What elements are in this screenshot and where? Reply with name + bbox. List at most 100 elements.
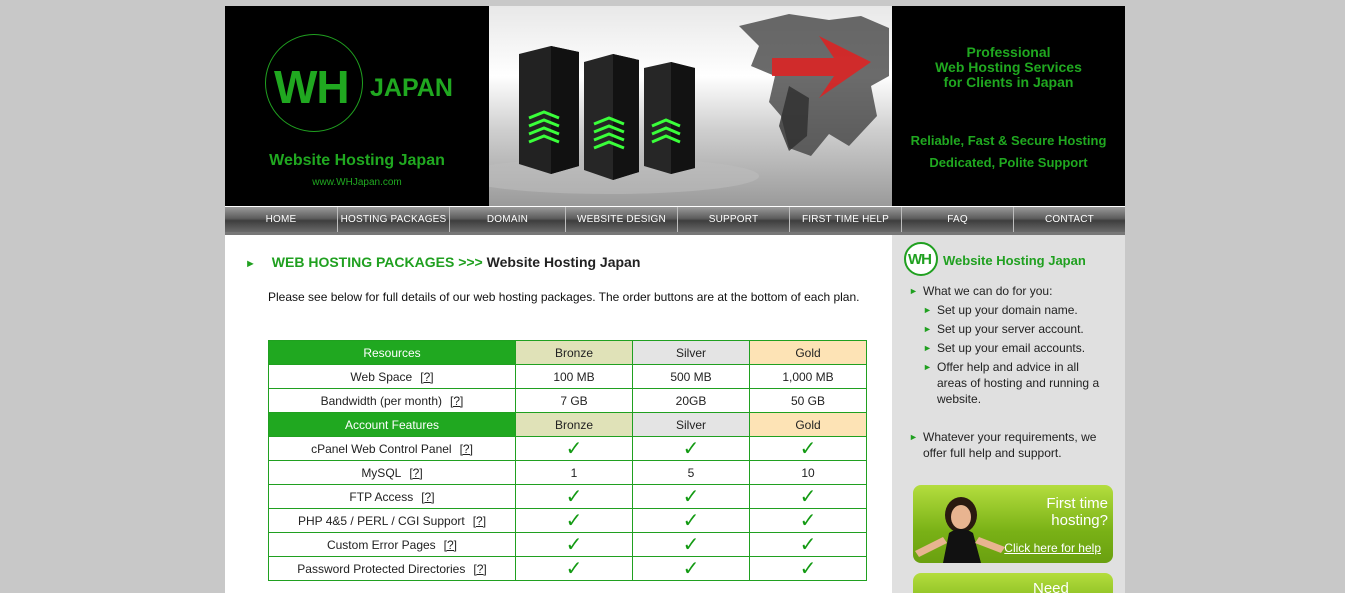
promo2-title: Need (1033, 580, 1069, 593)
table-row: Password Protected Directories [?] ✓ ✓ ✓ (268, 556, 867, 581)
nav-item-contact[interactable]: CONTACT (1014, 207, 1125, 232)
breadcrumb[interactable]: WEB HOSTING PACKAGES >>> (272, 254, 483, 270)
value-cell: 10 (749, 460, 867, 485)
list-item-text: Set up your email accounts. (937, 341, 1086, 355)
need-help-banner[interactable]: Need (913, 573, 1113, 593)
cell-value: Bronze (554, 417, 594, 432)
packages-table: Resources Bronze Silver Gold Web Space [?] 100… (268, 340, 867, 581)
nav-item-domain-registration[interactable]: DOMAIN REGISTRATION (450, 207, 566, 250)
help-link[interactable]: [?] (409, 466, 422, 480)
value-cell: ✓ (632, 436, 750, 461)
cell-value: 1,000 MB (782, 369, 834, 384)
value-cell: ✓ (749, 556, 867, 581)
feature-cell: MySQL [?] (268, 460, 516, 485)
plan-header-cell: Gold (749, 340, 867, 365)
value-cell: ✓ (515, 436, 633, 461)
promo-link[interactable]: Click here for help (1003, 541, 1101, 555)
plan-header-cell: Silver (632, 340, 750, 365)
logo-mark: WH (274, 61, 350, 113)
main-content: ► WEB HOSTING PACKAGES >>> Website Hosti… (225, 235, 892, 593)
nav-item-first-time-help[interactable]: FIRST TIME HELP (790, 207, 902, 232)
value-cell: 1 (515, 460, 633, 485)
cell-value: 100 MB (553, 369, 595, 384)
cell-value: 10 (801, 465, 815, 480)
feature-cell: FTP Access [?] (268, 484, 516, 509)
sidebar-title: Website Hosting Japan (943, 253, 1086, 268)
bullet-arrow-icon: ► (909, 432, 918, 442)
feature-label: cPanel Web Control Panel (311, 441, 452, 456)
page-heading: ► WEB HOSTING PACKAGES >>> Website Hosti… (245, 254, 640, 270)
value-cell: ✓ (749, 436, 867, 461)
cell-value: 500 MB (670, 369, 712, 384)
list-item: ► Set up your domain name. (923, 302, 1117, 318)
feature-cell: Web Space [?] (268, 364, 516, 389)
feature-label: PHP 4&5 / PERL / CGI Support (297, 513, 465, 528)
value-cell: ✓ (749, 532, 867, 557)
value-cell: 500 MB (632, 364, 750, 389)
cell-value: 1 (570, 465, 578, 480)
intro-text: Please see below for full details of our… (268, 290, 860, 304)
arrow-right-icon: ► (245, 258, 256, 270)
plan-header-cell: Silver (632, 412, 750, 437)
info-panel: Professional Web Hosting Services for Cl… (892, 6, 1125, 206)
help-link[interactable]: [?] (460, 442, 473, 456)
nav-item-faq[interactable]: FAQ (902, 207, 1014, 232)
feature-label: Custom Error Pages (326, 537, 436, 552)
value-cell: 1,000 MB (749, 364, 867, 389)
cell-value: Bronze (554, 345, 594, 360)
value-cell: ✓ (515, 556, 633, 581)
info-line: Reliable, Fast & Secure Hosting (910, 133, 1107, 148)
checkmark-icon: ✓ (682, 509, 700, 532)
feature-label: Password Protected Directories (297, 561, 466, 576)
help-link[interactable]: [?] (444, 538, 457, 552)
checkmark-icon: ✓ (799, 437, 817, 460)
nav-item-hosting-packages[interactable]: HOSTING PACKAGES (338, 207, 450, 232)
table-row: MySQL [?] 1 5 10 (268, 460, 867, 485)
help-link[interactable]: [?] (450, 394, 463, 408)
nav-item-home[interactable]: HOME (225, 207, 338, 232)
feature-label: Bandwidth (per month) (320, 393, 443, 408)
nav-item-support[interactable]: SUPPORT (678, 207, 790, 232)
feature-label: Account Features (344, 417, 440, 432)
logo-word: JAPAN (370, 74, 453, 102)
cell-value: 7 GB (560, 393, 588, 408)
help-link[interactable]: [?] (473, 514, 486, 528)
first-time-hosting-banner[interactable]: First time hosting? Click here for help (913, 485, 1113, 563)
sidebar-intro: ► What we can do for you: (909, 283, 1118, 299)
cell-value: Silver (675, 417, 706, 432)
value-cell: ✓ (749, 508, 867, 533)
list-item-text: Set up your domain name. (937, 303, 1078, 317)
list-item: ► Set up your server account. (923, 321, 1117, 337)
logo-panel[interactable]: WH JAPAN Website Hosting Japan www.WHJap… (225, 6, 489, 206)
value-cell: ✓ (632, 508, 750, 533)
feature-cell: cPanel Web Control Panel [?] (268, 436, 516, 461)
sidebar-closing-text: Whatever your requirements, we offer ful… (923, 430, 1097, 460)
help-link[interactable]: [?] (421, 490, 434, 504)
help-link[interactable]: [?] (473, 562, 486, 576)
feature-cell: PHP 4&5 / PERL / CGI Support [?] (268, 508, 516, 533)
checkmark-icon: ✓ (682, 533, 700, 556)
value-cell: ✓ (632, 484, 750, 509)
value-cell: ✓ (515, 508, 633, 533)
bullet-arrow-icon: ► (923, 324, 932, 334)
value-cell: ✓ (515, 484, 633, 509)
value-cell: 7 GB (515, 388, 633, 413)
checkmark-icon: ✓ (682, 557, 700, 580)
help-link[interactable]: [?] (420, 370, 433, 384)
value-cell: ✓ (632, 556, 750, 581)
feature-label: Resources (363, 345, 421, 360)
list-item: ► Set up your email accounts. (923, 340, 1117, 356)
info-line: for Clients in Japan (943, 74, 1074, 90)
table-row: Custom Error Pages [?] ✓ ✓ ✓ (268, 532, 867, 557)
feature-label: Web Space (350, 369, 413, 384)
checkmark-icon: ✓ (565, 485, 583, 508)
nav-item-website-design[interactable]: WEBSITE DESIGN (566, 207, 678, 232)
info-line: Professional (966, 44, 1051, 60)
bullet-arrow-icon: ► (909, 286, 918, 296)
table-section-header: Account Features Bronze Silver Gold (268, 412, 867, 437)
plan-header-cell: Gold (749, 412, 867, 437)
list-item-text: Offer help and advice in all areas of ho… (937, 360, 1100, 406)
cell-value: Silver (675, 345, 706, 360)
sidebar-closing: ► Whatever your requirements, we offer fu… (909, 429, 1118, 461)
list-item-text: Set up your server account. (937, 322, 1084, 336)
